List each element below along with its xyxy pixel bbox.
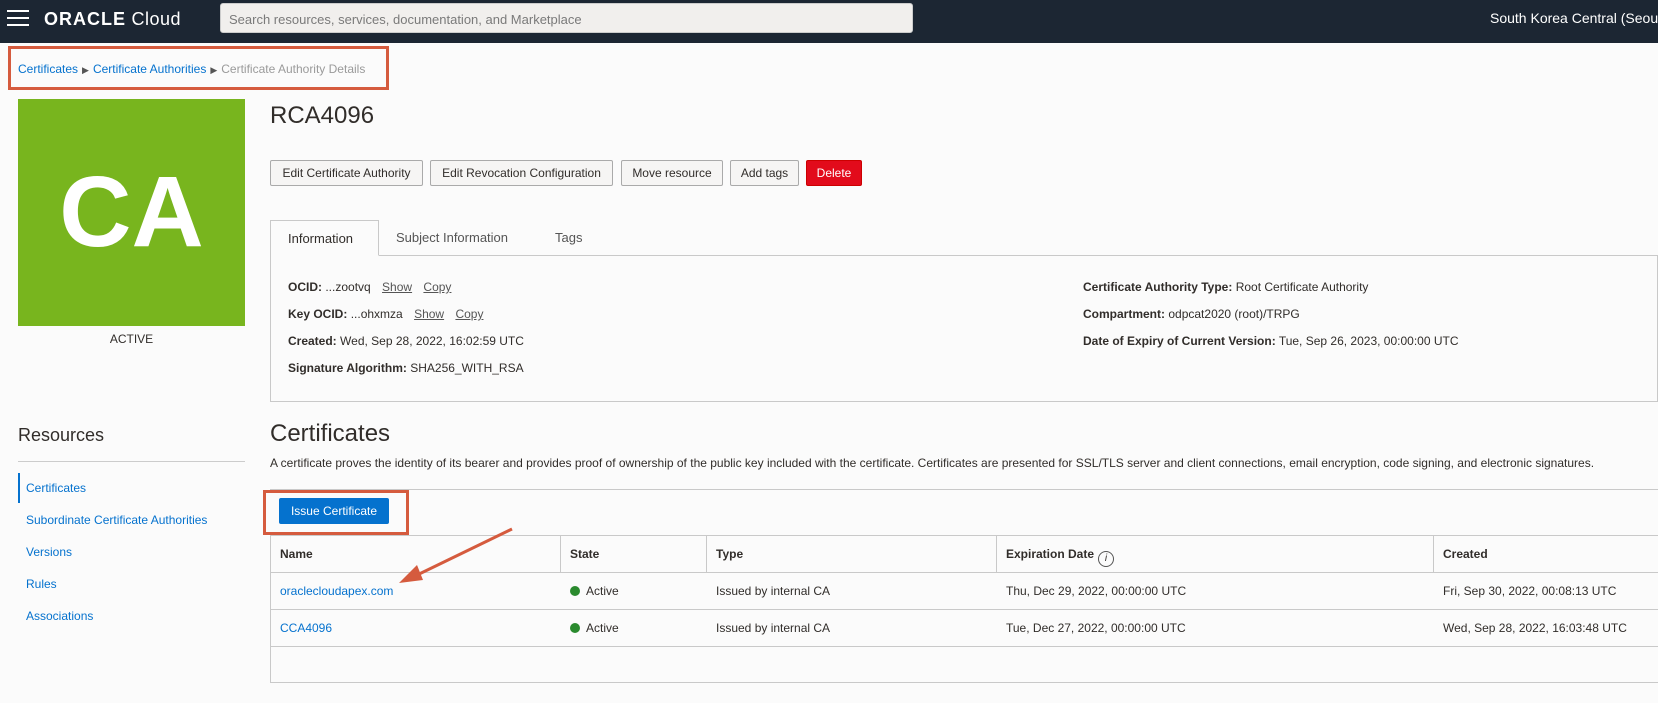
resource-item-associations[interactable]: Associations [26, 609, 93, 623]
ca-type-label: Certificate Authority Type: [1083, 280, 1233, 294]
chevron-right-icon: ▶ [210, 65, 218, 75]
tab-subject-information[interactable]: Subject Information [379, 220, 525, 256]
created-value: Wed, Sep 28, 2022, 16:02:59 UTC [340, 334, 524, 348]
info-icon[interactable]: i [1098, 551, 1115, 567]
add-tags-button[interactable]: Add tags [730, 160, 799, 186]
resource-item-rules[interactable]: Rules [26, 577, 57, 591]
cell-created: Fri, Sep 30, 2022, 00:08:13 UTC [1434, 573, 1658, 610]
certificate-link[interactable]: CCA4096 [280, 621, 332, 635]
edit-revocation-configuration-button[interactable]: Edit Revocation Configuration [430, 160, 613, 186]
cell-expiration-date: Tue, Dec 27, 2022, 00:00:00 UTC [997, 610, 1434, 647]
breadcrumb: Certificates ▶ Certificate Authorities ▶ Cer… [18, 62, 365, 76]
ca-type-row: Certificate Authority Type: Root Certifi… [1083, 280, 1368, 294]
key-ocid-row: Key OCID: ...ohxmza Show Copy [288, 307, 483, 321]
edit-certificate-authority-button[interactable]: Edit Certificate Authority [270, 160, 423, 186]
search-input[interactable]: Search resources, services, documentatio… [220, 3, 913, 33]
certificates-description: A certificate proves the identity of its… [270, 456, 1595, 470]
breadcrumb-certificate-authorities[interactable]: Certificate Authorities [93, 62, 206, 76]
key-ocid-show-link[interactable]: Show [414, 307, 444, 321]
state-text: Active [586, 621, 619, 635]
annotation-arrow [399, 527, 513, 583]
resources-title: Resources [18, 425, 105, 445]
ocid-value: ...zootvq [325, 280, 371, 294]
chevron-right-icon: ▶ [82, 65, 89, 75]
ocid-copy-link[interactable]: Copy [423, 280, 451, 294]
ca-type-value: Root Certificate Authority [1235, 280, 1369, 294]
column-header-created[interactable]: Created [1434, 536, 1658, 573]
active-status-dot [570, 586, 580, 596]
toolbar-divider [270, 489, 1658, 490]
ocid-row: OCID: ...zootvq Show Copy [288, 280, 451, 294]
ca-icon-tile: CA [18, 99, 245, 326]
breadcrumb-current: Certificate Authority Details [221, 62, 366, 76]
tab-tags[interactable]: Tags [538, 220, 599, 256]
certificate-link[interactable]: oraclecloudapex.com [280, 584, 393, 598]
signature-algorithm-label: Signature Algorithm: [288, 361, 407, 375]
expiry-label: Date of Expiry of Current Version: [1083, 334, 1276, 348]
status-label: ACTIVE [109, 332, 154, 346]
cell-state: Active [561, 573, 707, 610]
column-header-state[interactable]: State [561, 536, 707, 573]
active-indicator [18, 473, 20, 503]
certificates-section-title: Certificates [270, 420, 391, 447]
column-header-expiration-date[interactable]: Expiration Date i [997, 536, 1434, 573]
expiration-date-label: Expiration Date [1006, 547, 1095, 561]
cell-type: Issued by internal CA [707, 573, 997, 610]
tab-information[interactable]: Information [270, 220, 379, 256]
column-header-type[interactable]: Type [707, 536, 997, 573]
cell-expiration-date: Thu, Dec 29, 2022, 00:00:00 UTC [997, 573, 1434, 610]
compartment-row: Compartment: odpcat2020 (root)/TRPG [1083, 307, 1300, 321]
cell-name: CCA4096 [271, 610, 561, 647]
move-resource-button[interactable]: Move resource [621, 160, 723, 186]
key-ocid-label: Key OCID: [288, 307, 348, 321]
resource-item-subordinate-cas[interactable]: Subordinate Certificate Authorities [26, 513, 207, 527]
resource-item-versions[interactable]: Versions [26, 545, 72, 559]
key-ocid-value: ...ohxmza [350, 307, 403, 321]
state-text: Active [586, 584, 619, 598]
created-row: Created: Wed, Sep 28, 2022, 16:02:59 UTC [288, 334, 524, 348]
breadcrumb-certificates[interactable]: Certificates [18, 62, 78, 76]
top-navigation-bar: ORACLE Cloud Search resources, services,… [0, 0, 1658, 43]
key-ocid-copy-link[interactable]: Copy [455, 307, 483, 321]
region-selector[interactable]: South Korea Central (Seoul) [1490, 10, 1658, 26]
issue-certificate-button[interactable]: Issue Certificate [279, 498, 389, 524]
ocid-label: OCID: [288, 280, 322, 294]
menu-icon[interactable] [7, 10, 29, 28]
active-status-dot [570, 623, 580, 633]
cell-created: Wed, Sep 28, 2022, 16:03:48 UTC [1434, 610, 1658, 647]
signature-algorithm-value: SHA256_WITH_RSA [410, 361, 524, 375]
compartment-label: Compartment: [1083, 307, 1166, 321]
resource-item-certificates[interactable]: Certificates [26, 481, 86, 495]
divider [18, 461, 245, 462]
signature-algorithm-row: Signature Algorithm: SHA256_WITH_RSA [288, 361, 524, 375]
cell-type: Issued by internal CA [707, 610, 997, 647]
expiry-value: Tue, Sep 26, 2023, 00:00:00 UTC [1278, 334, 1459, 348]
cell-state: Active [561, 610, 707, 647]
ocid-show-link[interactable]: Show [382, 280, 412, 294]
compartment-value[interactable]: odpcat2020 (root)/TRPG [1168, 307, 1299, 321]
delete-button[interactable]: Delete [806, 160, 862, 186]
oracle-cloud-logo[interactable]: ORACLE Cloud [44, 9, 181, 30]
created-label: Created: [288, 334, 337, 348]
page-title: RCA4096 [270, 102, 375, 129]
information-panel [270, 255, 1658, 402]
expiry-row: Date of Expiry of Current Version: Tue, … [1083, 334, 1459, 348]
